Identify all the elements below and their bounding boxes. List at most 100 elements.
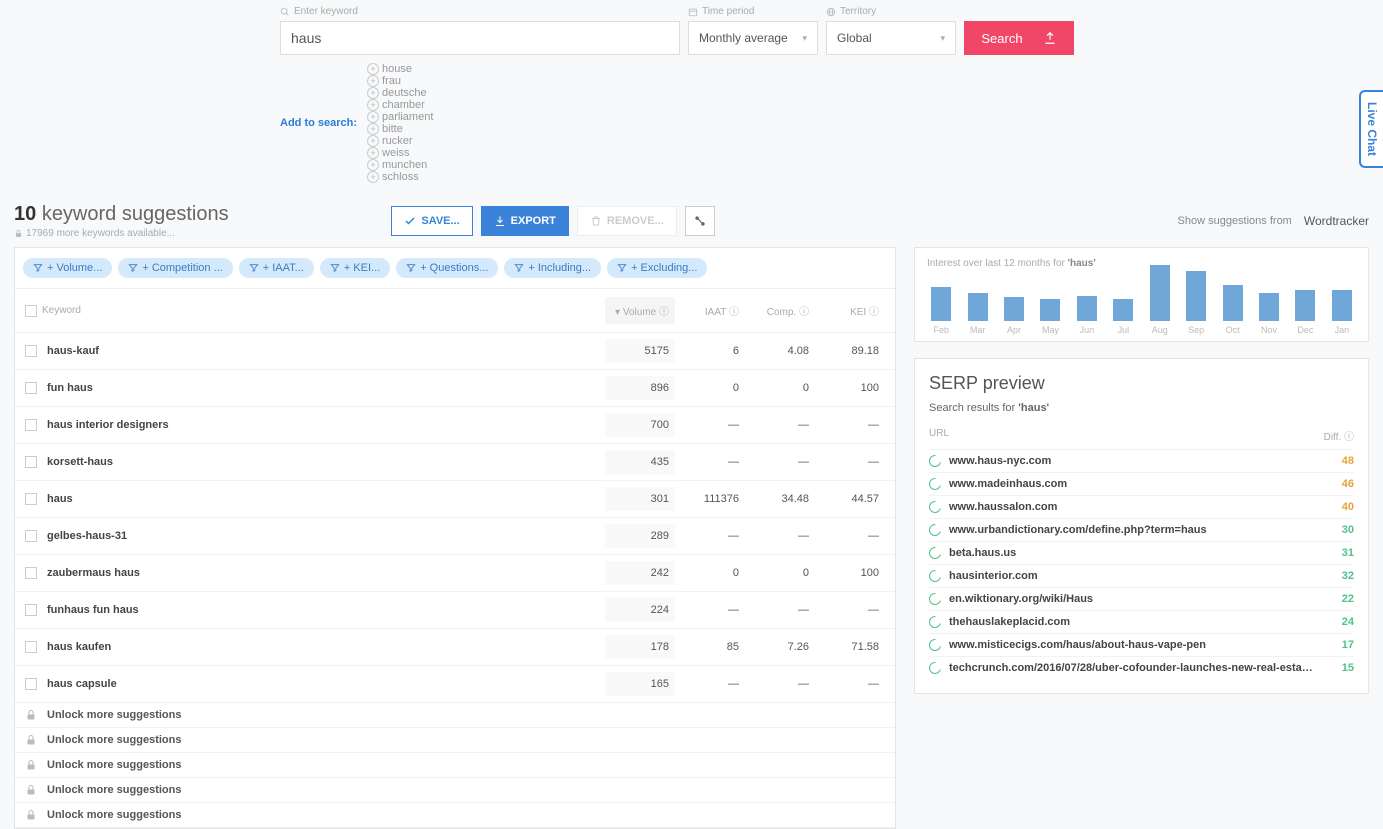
serp-row[interactable]: www.urbandictionary.com/define.php?term=… [929, 518, 1354, 541]
suggest-house[interactable]: house [367, 63, 433, 75]
keyword-row[interactable]: funhaus fun haus224——— [15, 592, 895, 629]
locked-row[interactable]: Unlock more suggestions [15, 753, 895, 778]
keyword-row[interactable]: zaubermaus haus24200100 [15, 555, 895, 592]
keyword-row[interactable]: haus capsule165——— [15, 666, 895, 703]
unlock-text: Unlock more suggestions [47, 734, 885, 746]
row-checkbox[interactable] [25, 567, 37, 579]
filter-pill[interactable]: + Volume... [23, 258, 112, 278]
keyword-row[interactable]: haus kaufen178857.2671.58 [15, 629, 895, 666]
select-all-checkbox[interactable] [25, 305, 37, 317]
suggest-weiss[interactable]: weiss [367, 147, 433, 159]
serp-row[interactable]: thehauslakeplacid.com24 [929, 610, 1354, 633]
search-button[interactable]: Search [964, 21, 1074, 55]
locked-row[interactable]: Unlock more suggestions [15, 803, 895, 828]
serp-row[interactable]: beta.haus.us31 [929, 541, 1354, 564]
cell-comp: 7.26 [745, 641, 815, 653]
locked-row[interactable]: Unlock more suggestions [15, 703, 895, 728]
cell-kei: 89.18 [815, 345, 885, 357]
title-block: 10 keyword suggestions 17969 more keywor… [14, 203, 229, 239]
serp-row[interactable]: www.haus-nyc.com48 [929, 449, 1354, 472]
row-checkbox[interactable] [25, 345, 37, 357]
serp-row[interactable]: www.misticecigs.com/haus/about-haus-vape… [929, 633, 1354, 656]
col-iaat[interactable]: IAAT ⓘ [675, 303, 745, 318]
filter-pill[interactable]: + KEI... [320, 258, 390, 278]
progress-ring-icon [929, 455, 941, 467]
remove-button[interactable]: REMOVE... [577, 206, 677, 236]
row-checkbox[interactable] [25, 382, 37, 394]
suggest-deutsche[interactable]: deutsche [367, 87, 433, 99]
bar-Apr: Apr [1000, 297, 1028, 335]
filter-pill[interactable]: + Excluding... [607, 258, 707, 278]
locked-row[interactable]: Unlock more suggestions [15, 728, 895, 753]
brand-select[interactable]: Wordtracker [1304, 214, 1369, 228]
row-checkbox[interactable] [25, 419, 37, 431]
progress-ring-icon [929, 662, 941, 674]
keyword-input[interactable] [280, 21, 680, 55]
suggest-chamber[interactable]: chamber [367, 99, 433, 111]
keyword-row[interactable]: gelbes-haus-31289——— [15, 518, 895, 555]
export-button[interactable]: EXPORT [481, 206, 569, 236]
keyword-row[interactable]: fun haus89600100 [15, 370, 895, 407]
funnel-icon [617, 263, 627, 273]
col-comp[interactable]: Comp. ⓘ [745, 303, 815, 318]
bar [1004, 297, 1024, 321]
filter-pill[interactable]: + IAAT... [239, 258, 314, 278]
lock-icon [25, 759, 37, 771]
serp-row[interactable]: www.madeinhaus.com46 [929, 472, 1354, 495]
filter-pill[interactable]: + Competition ... [118, 258, 232, 278]
territory-select[interactable]: Global▾ [826, 21, 956, 55]
suggest-munchen[interactable]: munchen [367, 159, 433, 171]
bar-label: Dec [1297, 325, 1313, 335]
suggest-frau[interactable]: frau [367, 75, 433, 87]
keyword-text: haus-kauf [47, 345, 605, 357]
bar [1113, 299, 1133, 321]
time-select[interactable]: Monthly average▾ [688, 21, 818, 55]
serp-row[interactable]: www.haussalon.com40 [929, 495, 1354, 518]
cell-iaat: 111376 [675, 493, 745, 505]
serp-row[interactable]: techcrunch.com/2016/07/28/uber-cofounder… [929, 656, 1354, 679]
cell-iaat: 0 [675, 567, 745, 579]
serp-title: SERP preview [929, 373, 1354, 394]
filter-pill[interactable]: + Including... [504, 258, 601, 278]
bar-label: Jun [1080, 325, 1095, 335]
suggest-parliament[interactable]: parliament [367, 111, 433, 123]
row-checkbox[interactable] [25, 456, 37, 468]
cell-kei: — [815, 604, 885, 616]
cell-iaat: — [675, 604, 745, 616]
cell-kei: 71.58 [815, 641, 885, 653]
live-chat-tab[interactable]: Live Chat [1359, 90, 1383, 168]
cell-volume: 301 [605, 487, 675, 511]
row-checkbox[interactable] [25, 678, 37, 690]
locked-row[interactable]: Unlock more suggestions [15, 778, 895, 803]
search-icon [280, 7, 290, 17]
settings-button[interactable] [685, 206, 715, 236]
row-checkbox[interactable] [25, 530, 37, 542]
suggest-rucker[interactable]: rucker [367, 135, 433, 147]
suggest-bitte[interactable]: bitte [367, 123, 433, 135]
bar-May: May [1036, 299, 1064, 335]
row-checkbox[interactable] [25, 604, 37, 616]
serp-row[interactable]: en.wiktionary.org/wiki/Haus22 [929, 587, 1354, 610]
filter-pill[interactable]: + Questions... [396, 258, 498, 278]
row-checkbox[interactable] [25, 641, 37, 653]
bar-label: Feb [933, 325, 949, 335]
row-checkbox[interactable] [25, 493, 37, 505]
chevron-down-icon: ▾ [802, 33, 807, 44]
col-volume[interactable]: ▾ Volume ⓘ [605, 297, 675, 324]
bar-label: May [1042, 325, 1059, 335]
serp-preview: SERP preview Search results for 'haus' U… [914, 358, 1369, 694]
serp-diff: 31 [1314, 547, 1354, 559]
serp-row[interactable]: hausinterior.com32 [929, 564, 1354, 587]
col-kei[interactable]: KEI ⓘ [815, 303, 885, 318]
keyword-row[interactable]: haus30111137634.4844.57 [15, 481, 895, 518]
save-button[interactable]: SAVE... [391, 206, 472, 236]
keyword-text: haus kaufen [47, 641, 605, 653]
cell-iaat: 0 [675, 382, 745, 394]
keyword-row[interactable]: haus interior designers700——— [15, 407, 895, 444]
col-keyword[interactable]: Keyword [42, 305, 81, 316]
keyword-row[interactable]: haus-kauf517564.0889.18 [15, 333, 895, 370]
suggest-schloss[interactable]: schloss [367, 171, 433, 183]
keyword-row[interactable]: korsett-haus435——— [15, 444, 895, 481]
serp-url: hausinterior.com [949, 570, 1314, 582]
serp-diff: 30 [1314, 524, 1354, 536]
